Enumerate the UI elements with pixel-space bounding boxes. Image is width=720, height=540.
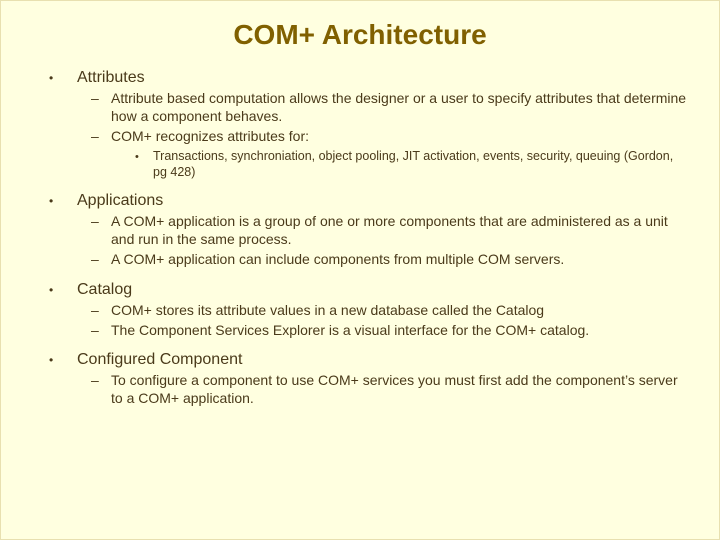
section-body: – To configure a component to use COM+ s…: [49, 371, 689, 407]
section-body: – COM+ stores its attribute values in a …: [49, 301, 689, 339]
list-item-text: The Component Services Explorer is a vis…: [111, 321, 589, 339]
section-heading-row: • Attributes: [49, 69, 689, 87]
section-catalog: • Catalog – COM+ stores its attribute va…: [49, 281, 689, 339]
list-item-text: A COM+ application is a group of one or …: [111, 212, 689, 248]
section-heading: Catalog: [77, 281, 132, 299]
list-item-text: COM+ stores its attribute values in a ne…: [111, 301, 544, 319]
list-item: – Attribute based computation allows the…: [91, 89, 689, 125]
list-item: – A COM+ application can include compone…: [91, 250, 689, 268]
section-applications: • Applications – A COM+ application is a…: [49, 192, 689, 269]
sub-list-item: • Transactions, synchroniation, object p…: [135, 148, 689, 181]
list-item: – The Component Services Explorer is a v…: [91, 321, 689, 339]
section-body: – A COM+ application is a group of one o…: [49, 212, 689, 269]
section-body: – Attribute based computation allows the…: [49, 89, 689, 180]
list-item-text: Attribute based computation allows the d…: [111, 89, 689, 125]
slide-content: • Attributes – Attribute based computati…: [31, 69, 689, 407]
section-heading-row: • Catalog: [49, 281, 689, 299]
bullet-icon: •: [49, 283, 77, 297]
section-configured-component: • Configured Component – To configure a …: [49, 351, 689, 407]
section-heading-row: • Configured Component: [49, 351, 689, 369]
dash-icon: –: [91, 322, 111, 338]
dash-icon: –: [91, 213, 111, 229]
list-item: – To configure a component to use COM+ s…: [91, 371, 689, 407]
dash-icon: –: [91, 251, 111, 267]
list-item-text: To configure a component to use COM+ ser…: [111, 371, 689, 407]
list-item: – COM+ recognizes attributes for:: [91, 127, 689, 145]
sub-list-item-text: Transactions, synchroniation, object poo…: [153, 148, 689, 181]
section-heading: Applications: [77, 192, 163, 210]
section-heading: Attributes: [77, 69, 145, 87]
dash-icon: –: [91, 128, 111, 144]
dash-icon: –: [91, 372, 111, 388]
list-item-text: COM+ recognizes attributes for:: [111, 127, 309, 145]
bullet-icon: •: [49, 353, 77, 367]
slide-title: COM+ Architecture: [31, 19, 689, 51]
list-item: – COM+ stores its attribute values in a …: [91, 301, 689, 319]
slide: COM+ Architecture • Attributes – Attribu…: [0, 0, 720, 540]
bullet-icon: •: [49, 71, 77, 85]
sub-list: • Transactions, synchroniation, object p…: [91, 148, 689, 181]
bullet-icon: •: [135, 151, 153, 163]
section-heading: Configured Component: [77, 351, 242, 369]
dash-icon: –: [91, 90, 111, 106]
section-heading-row: • Applications: [49, 192, 689, 210]
list-item: – A COM+ application is a group of one o…: [91, 212, 689, 248]
section-attributes: • Attributes – Attribute based computati…: [49, 69, 689, 180]
dash-icon: –: [91, 302, 111, 318]
list-item-text: A COM+ application can include component…: [111, 250, 564, 268]
bullet-icon: •: [49, 194, 77, 208]
